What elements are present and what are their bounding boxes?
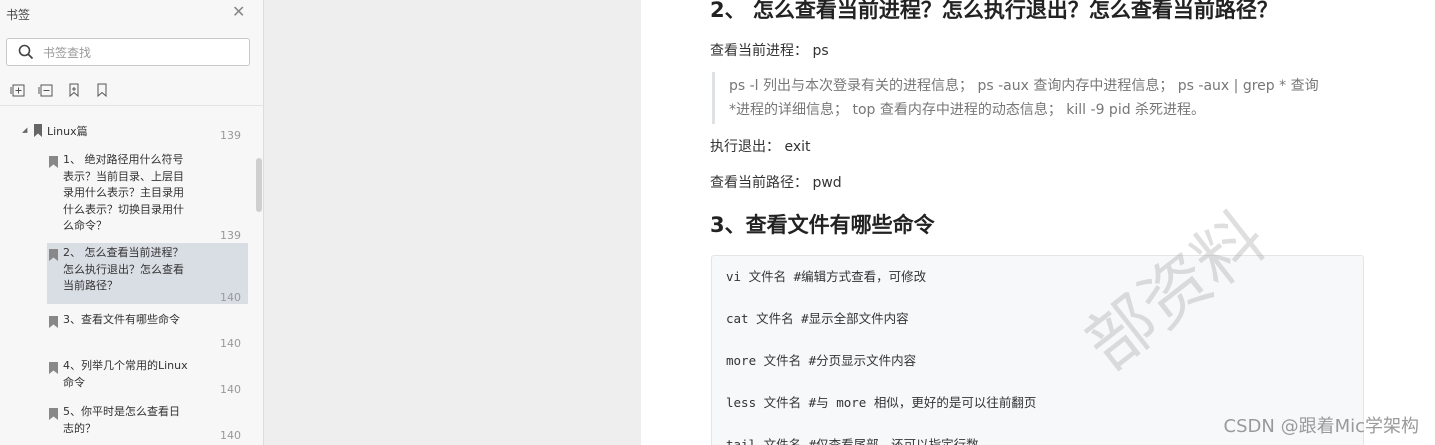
tree-node-linux[interactable]: ◢ Linux篇 139 (22, 122, 247, 142)
code-line: less 文件名 #与 more 相似，更好的是可以往前翻页 (726, 395, 1037, 410)
bookmark-item-selected[interactable]: 2、 怎么查看当前进程？怎么执行退出？怎么查看当前路径？ 140 (47, 243, 248, 304)
code-line: vi 文件名 #编辑方式查看，可修改 (726, 269, 927, 284)
section-heading-3: 3、查看文件有哪些命令 (710, 213, 935, 237)
bookmark-icon[interactable] (66, 82, 82, 98)
bookmark-icon (49, 316, 58, 328)
bookmark-item[interactable]: 5、你平时是怎么查看日志的？ 140 (47, 402, 248, 442)
bookmark-label: 3、查看文件有哪些命令 (63, 313, 180, 326)
bookmark-item[interactable]: 3、查看文件有哪些命令 140 (47, 310, 248, 350)
page-number: 140 (220, 337, 241, 350)
code-line: more 文件名 #分页显示文件内容 (726, 353, 917, 368)
bookmark-icon (49, 408, 58, 420)
bookmark-icon (49, 362, 58, 374)
bookmark-icon (49, 249, 58, 261)
page-number: 140 (220, 429, 241, 442)
quote-line: *进程的详细信息； top 查看内存中进程的动态信息； kill -9 pid … (729, 102, 1206, 118)
bookmark-label: 5、你平时是怎么查看日志的？ (63, 405, 180, 435)
bookmark-panel: 书签 ✕ ◢ Linux篇 (0, 0, 264, 445)
bookmark-label: 4、列举几个常用的Linux命令 (63, 359, 188, 389)
bookmark-search-box[interactable] (6, 38, 250, 66)
bookmark-label: 2、 怎么查看当前进程？怎么执行退出？怎么查看当前路径？ (63, 246, 184, 292)
close-icon[interactable]: ✕ (232, 4, 245, 20)
expand-all-icon[interactable] (38, 82, 54, 98)
bookmark-icon (49, 156, 58, 168)
blockquote: ps -l 列出与本次登录有关的进程信息； ps -aux 查询内存中进程信息；… (712, 72, 1370, 124)
sidebar-scrollbar[interactable] (256, 158, 262, 212)
bookmark-outline-icon[interactable] (94, 82, 110, 98)
page-number: 140 (220, 291, 241, 304)
search-icon (18, 44, 34, 60)
collapse-triangle-icon[interactable]: ◢ (22, 126, 27, 134)
bookmark-label: 1、 绝对路径用什么符号表示？当前目录、上层目录用什么表示？主目录用什么表示？切… (63, 153, 184, 232)
paragraph-exit: 执行退出： exit (710, 139, 811, 155)
code-line: cat 文件名 #显示全部文件内容 (726, 311, 909, 326)
panel-title: 书签 (6, 8, 31, 22)
csdn-credit: CSDN @跟着Mic学架构 (1223, 416, 1419, 437)
bookmark-search-input[interactable] (41, 42, 245, 64)
section-heading-2: 2、 怎么查看当前进程？怎么执行退出？怎么查看当前路径？ (710, 0, 1278, 22)
paragraph-view-process: 查看当前进程： ps (710, 43, 829, 59)
paragraph-view-path: 查看当前路径： pwd (710, 175, 842, 191)
quote-line: ps -l 列出与本次登录有关的进程信息； ps -aux 查询内存中进程信息；… (729, 78, 1319, 94)
tree-node-label: Linux篇 (47, 125, 88, 138)
bookmark-item[interactable]: 4、列举几个常用的Linux命令 140 (47, 356, 248, 396)
bookmark-item[interactable]: 1、 绝对路径用什么符号表示？当前目录、上层目录用什么表示？主目录用什么表示？切… (47, 150, 248, 242)
divider (0, 105, 264, 106)
document-page: 2、 怎么查看当前进程？怎么执行退出？怎么查看当前路径？ 查看当前进程： ps … (641, 0, 1435, 445)
bookmark-icon (34, 124, 42, 137)
page-number: 139 (220, 229, 241, 242)
add-bookmark-icon[interactable] (10, 82, 26, 98)
code-line: tail 文件名 #仅查看尾部，还可以指定行数 (726, 437, 979, 445)
page-number: 140 (220, 383, 241, 396)
page-number: 139 (220, 129, 241, 142)
